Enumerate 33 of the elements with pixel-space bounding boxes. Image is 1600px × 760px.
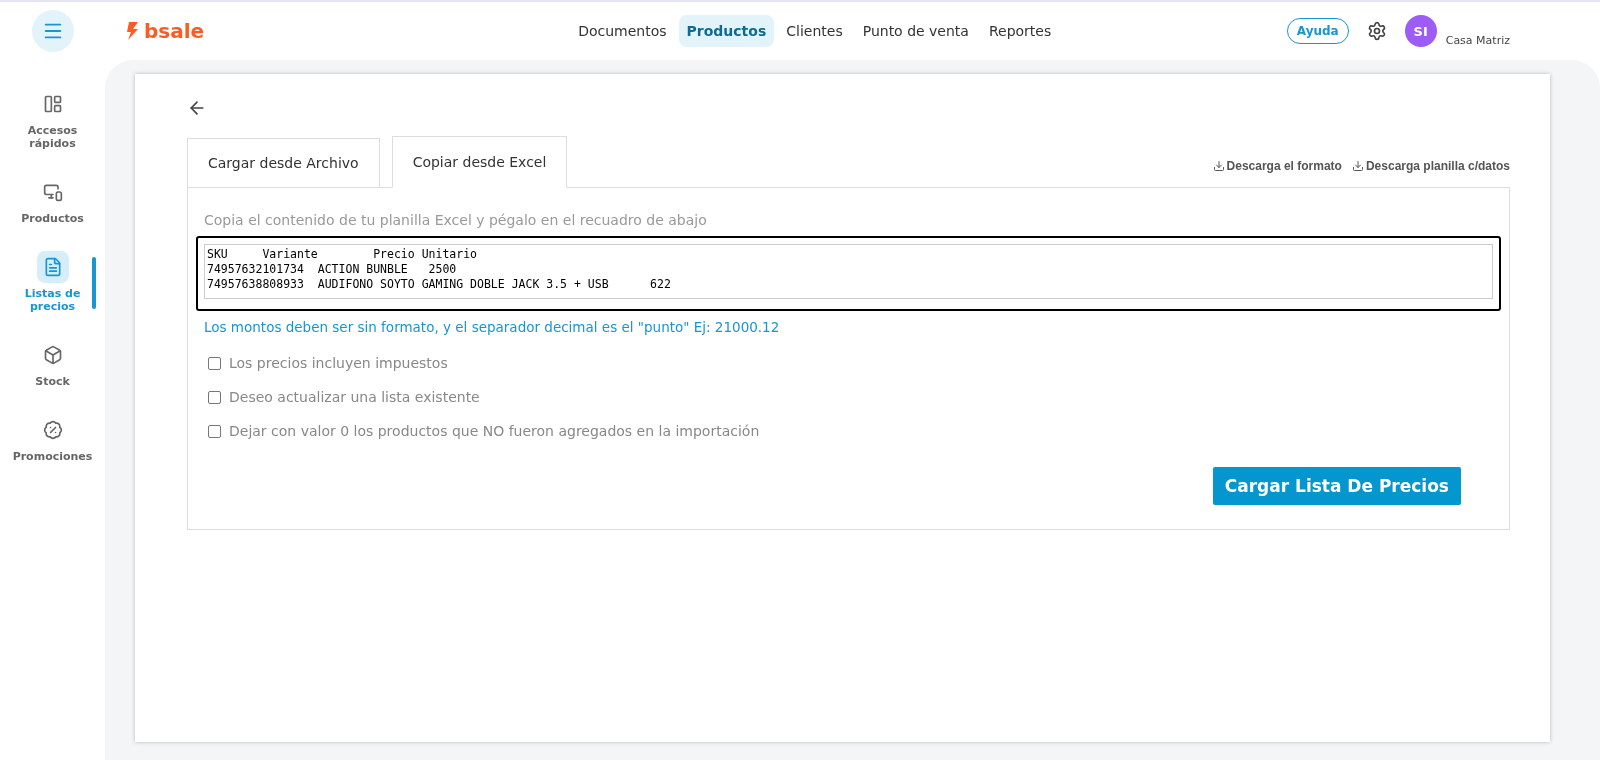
download-link[interactable]: Descarga planilla c/datos [1351,159,1510,173]
paste-field[interactable]: SKU Variante Precio Unitario 74957632101734 ACTION BUNBLE 2500 74957638808933 AUDIFONO SOYTO GAMING DOBLE JACK 3.5 + USB 622 [204,244,1493,299]
nav-tab[interactable]: Productos [678,15,775,47]
checkbox[interactable] [208,356,221,370]
nav-tab[interactable]: Reportes [980,15,1060,47]
checkbox-option[interactable]: Los precios incluyen impuestos [208,355,1501,371]
tab[interactable]: Cargar desde Archivo [187,138,380,188]
checkbox[interactable] [208,424,221,438]
download-icon [1351,160,1364,172]
settings-icon[interactable] [1366,21,1387,41]
checkbox-option[interactable]: Deseo actualizar una lista existente [208,389,1501,405]
sidebar-item[interactable]: Stock [12,339,93,388]
nav-tab[interactable]: Clientes [778,15,851,47]
nav-tab[interactable]: Punto de venta [854,15,977,47]
checkbox-option[interactable]: Dejar con valor 0 los productos que NO fueron agregados en la importación [208,423,1501,439]
document-icon [36,251,69,283]
sidebar-item[interactable]: Accesos rápidos [12,88,93,150]
help-button[interactable]: Ayuda [1286,18,1349,44]
sidebar-item[interactable]: Listas de precios [12,251,93,313]
checkbox[interactable] [208,390,221,404]
format-note: Los montos deben ser sin formato, y el separador decimal es el "punto" Ej: 21000.12 [204,319,781,335]
avatar[interactable]: SI [1404,15,1437,47]
menu-button[interactable] [32,10,74,52]
download-link[interactable]: Descarga el formato [1212,159,1342,173]
instruction-text: Copia el contenido de tu planilla Excel y pégalo en el recuadro de abajo [204,212,708,228]
nav-tab[interactable]: Documentos [570,15,675,47]
sidebar-item[interactable]: Productos [12,176,93,225]
sidebar-item[interactable]: Promociones [12,414,93,463]
download-icon [1212,160,1225,172]
tab[interactable]: Copiar desde Excel [391,136,568,188]
logo: bsale [126,19,205,43]
load-price-list-button[interactable]: Cargar Lista De Precios [1212,467,1461,505]
branch-name: Casa Matriz [1445,33,1510,47]
